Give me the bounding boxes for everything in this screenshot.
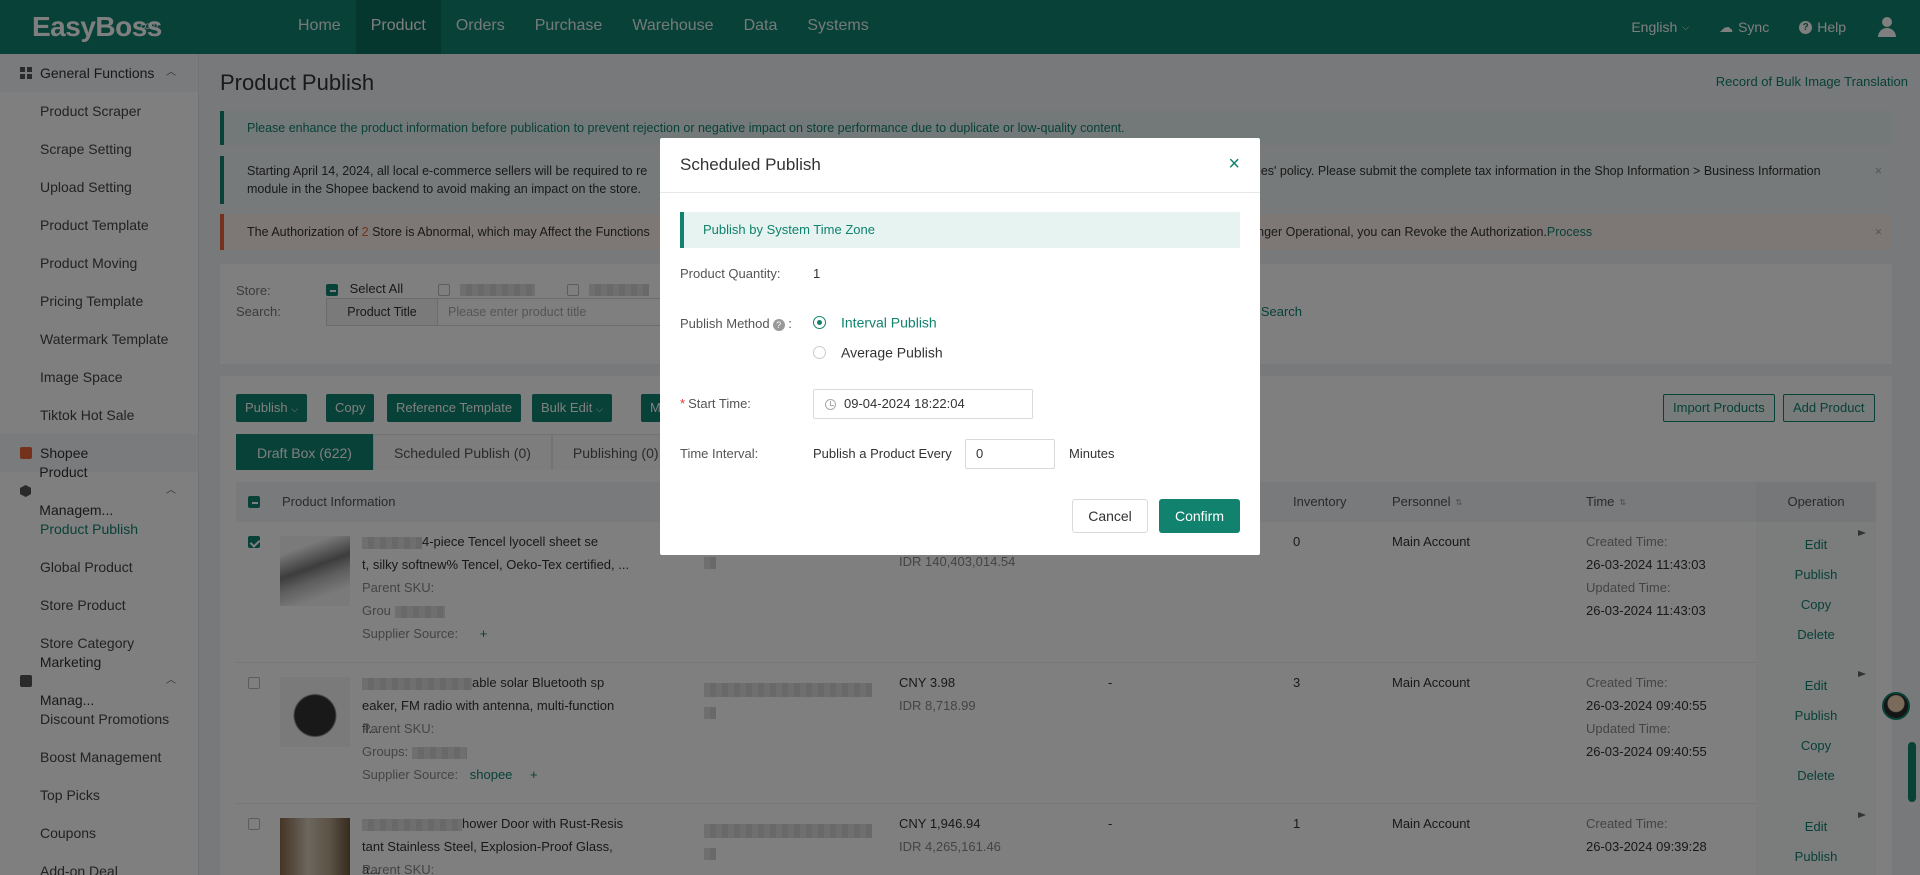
clock-icon (825, 399, 836, 410)
radio-average-publish[interactable]: Average Publish (813, 344, 943, 361)
start-time-text: Start Time: (688, 396, 751, 411)
timezone-tip: Publish by System Time Zone (680, 212, 1240, 248)
dialog-header: Scheduled Publish × (660, 138, 1260, 193)
scheduled-publish-dialog: Scheduled Publish × Publish by System Ti… (660, 138, 1260, 555)
radio-interval-publish[interactable]: Interval Publish (813, 314, 937, 331)
close-icon[interactable]: × (1228, 154, 1240, 174)
radio-label: Interval Publish (841, 314, 937, 331)
dialog-title: Scheduled Publish (680, 155, 821, 174)
start-time-picker[interactable]: 09-04-2024 18:22:04 (813, 389, 1033, 419)
radio-selected (813, 316, 826, 330)
interval-unit: Minutes (1069, 446, 1115, 461)
publish-method-label: Publish Method? : (680, 316, 792, 331)
publish-method-text: Publish Method (680, 316, 770, 331)
interval-minutes-input[interactable]: 0 (965, 439, 1055, 469)
required-mark: * (680, 396, 686, 411)
interval-prefix: Publish a Product Every (813, 446, 952, 461)
quantity-value: 1 (813, 266, 821, 281)
start-time-label: * Start Time: (680, 396, 751, 411)
quantity-label: Product Quantity: (680, 266, 781, 281)
time-interval-label: Time Interval: (680, 446, 759, 461)
help-icon[interactable]: ? (772, 318, 785, 331)
radio-label: Average Publish (841, 344, 943, 361)
publish-method-colon: : (788, 316, 792, 331)
radio-unselected (813, 346, 826, 360)
start-time-value: 09-04-2024 18:22:04 (844, 396, 965, 411)
cancel-button[interactable]: Cancel (1072, 499, 1148, 533)
confirm-button[interactable]: Confirm (1159, 499, 1240, 533)
